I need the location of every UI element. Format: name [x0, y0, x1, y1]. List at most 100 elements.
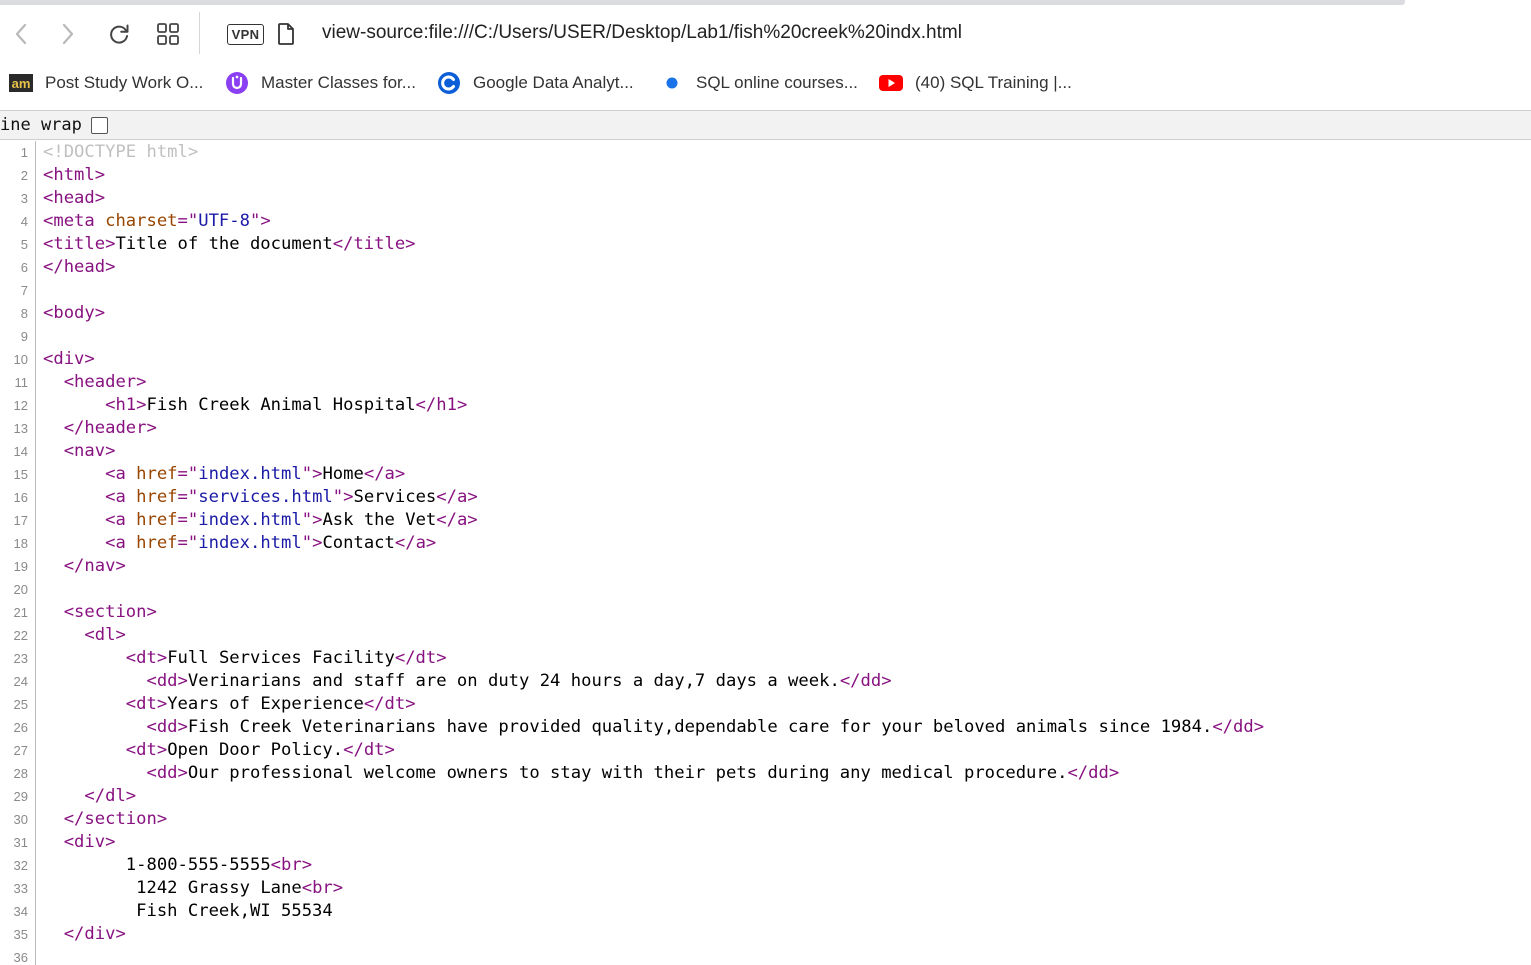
chevron-left-icon [15, 23, 27, 45]
back-button[interactable] [7, 20, 35, 48]
source-line: 14 <nav> [0, 440, 1531, 463]
html-tag: </dt> [394, 648, 447, 668]
html-tag: "> [301, 464, 323, 484]
source-line: 10 <div> [0, 348, 1531, 371]
forward-button[interactable] [54, 20, 82, 48]
html-tag: </a> [363, 464, 406, 484]
blue-dot-icon [660, 71, 684, 95]
line-number: 33 [13, 881, 28, 896]
text-content: Fish Creek Veterinarians have provided q… [187, 717, 1213, 737]
html-tag: =" [177, 533, 199, 553]
line-number: 2 [20, 168, 28, 183]
html-tag: </dt> [363, 694, 416, 714]
html-tag: </dl> [84, 786, 137, 806]
apps-button[interactable] [154, 20, 182, 48]
line-number: 8 [20, 306, 28, 321]
line-number: 30 [13, 812, 28, 827]
source-link-index[interactable]: index.html [198, 510, 301, 530]
source-link-index[interactable]: index.html [198, 464, 301, 484]
reload-button[interactable] [105, 20, 133, 48]
browser-toolbar: VPN view-source:file:///C:/Users/USER/De… [0, 8, 1531, 60]
bookmark-label: Master Classes for... [261, 73, 416, 92]
bookmark-master-classes[interactable]: Master Classes for... [225, 70, 416, 96]
svg-text:am: am [12, 76, 31, 91]
html-tag: </dd> [1067, 763, 1120, 783]
bookmark-google-data[interactable]: Google Data Analyt... [437, 70, 634, 96]
html-tag: <html> [43, 165, 106, 185]
source-line: 3 <head> [0, 187, 1531, 210]
line-number: 34 [13, 904, 28, 919]
source-line: 33 1242 Grassy Lane<br> [0, 877, 1531, 900]
source-line: 6 </head> [0, 256, 1531, 279]
text-content: Services [353, 487, 437, 507]
html-tag: <a [105, 464, 137, 484]
source-line: 5 <title>Title of the document</title> [0, 233, 1531, 256]
line-number: 6 [20, 260, 28, 275]
source-line: 2 <html> [0, 164, 1531, 187]
text-content: 1242 Grassy Lane [136, 878, 302, 898]
source-line: 31 <div> [0, 831, 1531, 854]
bookmarks-bar: am Post Study Work O... Master Classes f… [0, 66, 1531, 100]
source-line: 22 <dl> [0, 624, 1531, 647]
source-link-services[interactable]: services.html [198, 487, 333, 507]
address-bar[interactable]: view-source:file:///C:/Users/USER/Deskto… [322, 22, 962, 44]
source-line: 15 <a href="index.html">Home</a> [0, 463, 1531, 486]
source-line: 28 <dd>Our professional welcome owners t… [0, 762, 1531, 785]
html-tag: <div> [43, 349, 95, 369]
line-number: 25 [13, 697, 28, 712]
bookmark-sql-training[interactable]: (40) SQL Training |... [879, 70, 1072, 96]
source-line: 32 1-800-555-5555<br> [0, 854, 1531, 877]
line-number: 16 [13, 490, 28, 505]
bookmark-post-study[interactable]: am Post Study Work O... [9, 70, 203, 96]
text-content: Verinarians and staff are on duty 24 hou… [187, 671, 840, 691]
source-line: 29 </dl> [0, 785, 1531, 808]
bookmark-sql-online[interactable]: SQL online courses... [660, 70, 858, 96]
line-number: 13 [13, 421, 28, 436]
source-line: 23 <dt>Full Services Facility</dt> [0, 647, 1531, 670]
source-link-index[interactable]: index.html [198, 533, 301, 553]
line-number: 26 [13, 720, 28, 735]
source-line: 24 <dd>Verinarians and staff are on duty… [0, 670, 1531, 693]
line-number: 29 [13, 789, 28, 804]
line-number: 27 [13, 743, 28, 758]
line-wrap-checkbox[interactable] [91, 117, 108, 134]
attr-name: href [136, 464, 178, 484]
source-view: 1 <!DOCTYPE html> 2 <html> 3 <head> 4 <meta … [0, 141, 1531, 965]
bookmark-label: Post Study Work O... [45, 73, 204, 92]
text-content: 1-800-555-5555 [125, 855, 271, 875]
source-line: 16 <a href="services.html">Services</a> [0, 486, 1531, 509]
line-number: 15 [13, 467, 28, 482]
text-content: Contact [322, 533, 395, 553]
source-line: 13 </header> [0, 417, 1531, 440]
html-tag: <dd> [146, 671, 188, 691]
vpn-badge[interactable]: VPN [227, 24, 264, 45]
source-line: 36 [0, 946, 1531, 965]
html-tag: </a> [436, 510, 478, 530]
html-tag: <title> [43, 234, 116, 254]
source-line: 4 <meta charset="UTF-8"> [0, 210, 1531, 233]
line-number: 17 [13, 513, 28, 528]
chevron-right-icon [62, 23, 74, 45]
html-tag: <dt> [125, 648, 168, 668]
page-info-button[interactable] [272, 20, 300, 48]
html-tag: <dt> [125, 740, 168, 760]
bookmark-label: (40) SQL Training |... [915, 73, 1072, 92]
text-content: Fish Creek Animal Hospital [146, 395, 416, 415]
html-tag: <a [105, 487, 137, 507]
line-number: 5 [20, 237, 28, 252]
reload-icon [110, 24, 129, 44]
